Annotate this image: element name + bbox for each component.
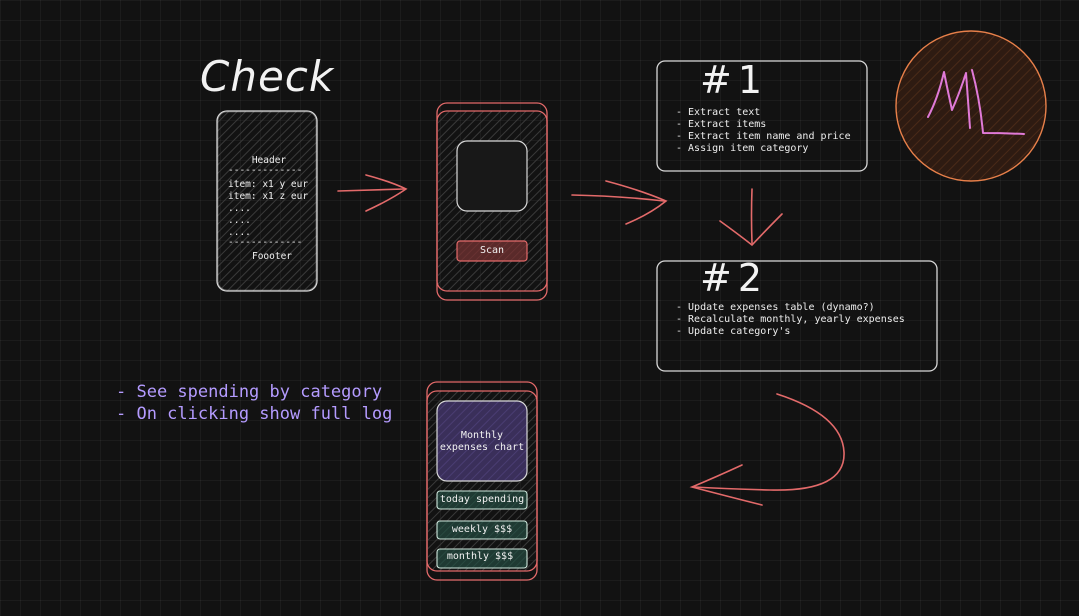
dashboard-notes: - See spending by category - On clicking…	[116, 381, 392, 425]
step2-item: - Recalculate monthly, yearly expenses	[676, 314, 905, 325]
arrow-step2-to-dashboard	[689, 393, 845, 506]
monthly-expenses-chart[interactable]: Monthly expenses chart	[437, 430, 527, 454]
receipt-divider-top: -------------	[228, 165, 303, 176]
step1-item: - Extract text	[676, 107, 761, 118]
step1-list: - Extract text - Extract items - Extract…	[676, 107, 851, 155]
receipt-footer: Foooter	[251, 251, 293, 262]
step1-item: - Assign item category	[676, 143, 809, 154]
diagram-canvas	[216, 30, 1047, 581]
note-full-log: - On clicking show full log	[116, 404, 393, 424]
weekly-spending-button[interactable]: weekly $$$	[437, 524, 527, 535]
step2-list: - Update expenses table (dynamo?) - Reca…	[676, 302, 905, 338]
step1-title: #1	[700, 58, 769, 102]
note-spending-by-category: - See spending by category	[116, 382, 383, 402]
receipt-line: ....	[228, 203, 251, 214]
step2-item: - Update expenses table (dynamo?)	[676, 302, 875, 313]
arrow-scanner-to-step1	[571, 180, 668, 225]
receipt-line: item: x1 y eur	[228, 179, 309, 190]
camera-preview	[457, 141, 527, 211]
arrow-receipt-to-scanner	[337, 174, 408, 212]
receipt-line: ....	[228, 215, 251, 226]
scan-button[interactable]: Scan	[457, 245, 527, 256]
monthly-spending-button[interactable]: monthly $$$	[437, 551, 523, 562]
today-spending-button[interactable]: today spending	[437, 494, 527, 505]
chart-label-line1: Monthly	[460, 430, 504, 441]
step2-title: #2	[700, 256, 769, 300]
step2-item: - Update category's	[676, 326, 791, 337]
receipt-divider-bottom: -------------	[228, 237, 303, 248]
ml-badge	[895, 30, 1047, 182]
arrow-step1-to-step2	[719, 188, 783, 247]
receipt-line: item: x1 z eur	[228, 191, 309, 202]
chart-label-line2: expenses chart	[439, 442, 525, 453]
step1-item: - Extract item name and price	[676, 131, 851, 142]
check-title: Check	[200, 52, 335, 101]
step1-item: - Extract items	[676, 119, 767, 130]
